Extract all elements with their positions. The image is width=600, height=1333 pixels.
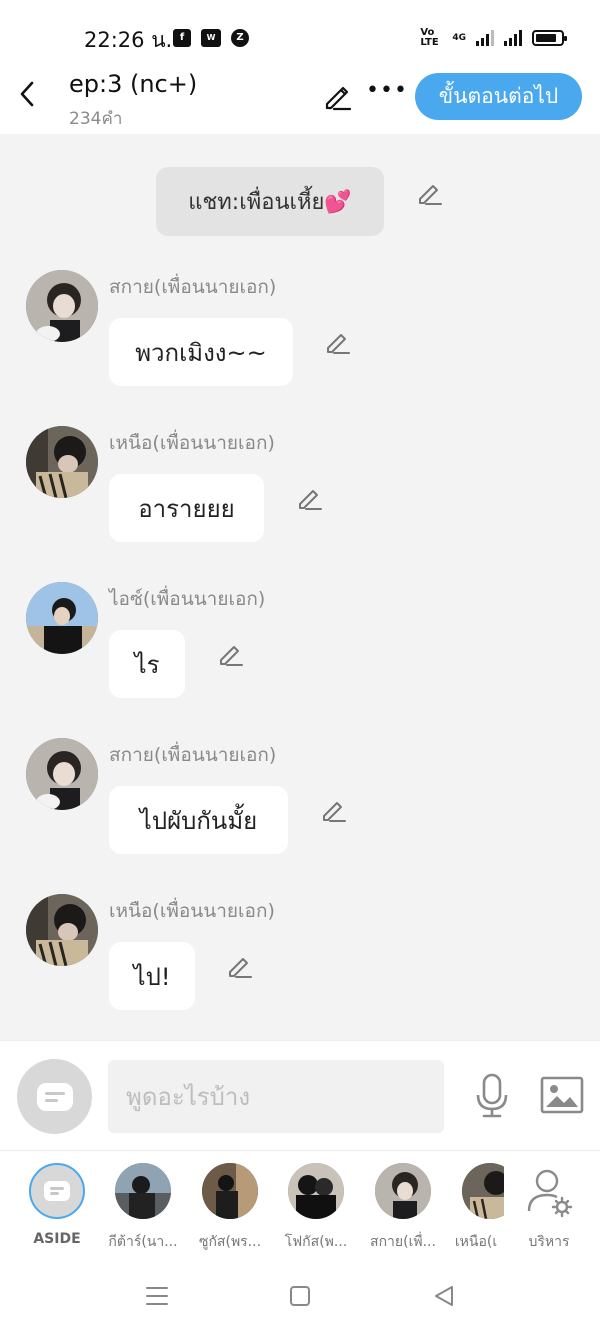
avatar-photo-nuea-small <box>462 1163 504 1219</box>
avatar[interactable] <box>26 426 98 498</box>
avatar-photo-focus <box>288 1163 344 1219</box>
chat-bubble-icon <box>36 1082 73 1111</box>
webtoon-icon: W <box>201 29 221 47</box>
next-step-button[interactable]: ขั้นตอนต่อไป <box>415 73 582 120</box>
status-indicators: Vo LTE 4G <box>420 26 567 50</box>
battery-icon <box>532 30 567 46</box>
avatar <box>375 1163 431 1219</box>
chat-bubble-icon <box>44 1181 70 1201</box>
character-selector: ASIDE กีต้าร์(นา... ซูกัส(พร... โฟกัส(พ.… <box>0 1150 600 1260</box>
chat-message[interactable]: ไอซ์(เพื่อนนายเอก) ไร <box>26 582 586 702</box>
home-icon[interactable] <box>286 1282 314 1310</box>
avatar-photo-nuea <box>26 426 98 498</box>
battery-level <box>536 34 557 42</box>
avatar[interactable] <box>26 582 98 654</box>
chat-area[interactable]: แชท:เพื่อนเหี้ย💕 สกาย(เพื่อนนายเอก) พวกเ… <box>0 134 600 1040</box>
avatar-photo-sugus <box>202 1163 258 1219</box>
word-count: 234คำ <box>69 109 123 129</box>
menu-icon[interactable] <box>143 1282 171 1310</box>
avatar <box>462 1163 504 1219</box>
character-item[interactable]: เหนือ(เ <box>448 1163 504 1253</box>
status-time: 22:26 น. <box>84 28 173 52</box>
facebook-icon: f <box>173 29 191 47</box>
chat-message[interactable]: สกาย(เพื่อนนายเอก) ไปผับกันมั้ย <box>26 738 586 858</box>
signal-strength-2-icon <box>504 30 522 46</box>
message-bubble[interactable]: ไร <box>109 630 185 698</box>
sender-name: สกาย(เพื่อนนายเอก) <box>109 744 277 766</box>
character-label: ซูกัส(พร... <box>198 1234 262 1250</box>
microphone-icon[interactable] <box>472 1073 512 1119</box>
chat-message[interactable]: สกาย(เพื่อนนายเอก) พวกเมิงง~~ <box>26 270 586 390</box>
status-bar: 22:26 น. f W Z Vo LTE 4G <box>0 0 600 70</box>
message-composer <box>0 1040 600 1150</box>
manage-characters-button[interactable]: บริหาร <box>507 1163 591 1253</box>
message-bubble[interactable]: ไปผับกันมั้ย <box>109 786 288 854</box>
avatar-photo-sky-small <box>375 1163 431 1219</box>
system-nav-bar <box>0 1260 600 1333</box>
back-triangle-icon[interactable] <box>430 1282 458 1310</box>
sender-name: ไอซ์(เพื่อนนายเอก) <box>109 588 266 610</box>
avatar <box>288 1163 344 1219</box>
avatar[interactable] <box>26 270 98 342</box>
network-4g-label: 4G <box>452 33 466 43</box>
manage-user-gear-icon <box>527 1169 573 1218</box>
avatar-photo-sky <box>26 270 98 342</box>
top-header: ep:3 (nc+) 234คำ ••• ขั้นตอนต่อไป <box>0 64 600 134</box>
character-item[interactable]: ซูกัส(พร... <box>188 1163 272 1253</box>
avatar-photo-guitar <box>115 1163 171 1219</box>
avatar[interactable] <box>26 894 98 966</box>
avatar-photo-ice <box>26 582 98 654</box>
character-label: โฟกัส(พ... <box>284 1234 348 1250</box>
back-button[interactable] <box>12 76 42 112</box>
avatar[interactable] <box>26 738 98 810</box>
edit-message-pencil-icon[interactable] <box>324 328 352 356</box>
edit-title-icon[interactable] <box>322 80 354 112</box>
message-bubble[interactable]: อารายยย <box>109 474 264 542</box>
edit-message-pencil-icon[interactable] <box>217 640 245 668</box>
character-label: บริหาร <box>528 1234 570 1250</box>
image-upload-icon[interactable] <box>540 1075 584 1115</box>
signal-strength-icon <box>476 30 494 46</box>
edit-scene-pencil-icon[interactable] <box>416 179 444 207</box>
edit-message-pencil-icon[interactable] <box>320 796 348 824</box>
edit-message-pencil-icon[interactable] <box>226 952 254 980</box>
avatar-photo-nuea-2 <box>26 894 98 966</box>
character-label: กีต้าร์(นา... <box>108 1234 178 1250</box>
message-input[interactable] <box>108 1060 444 1133</box>
volte-label: Vo LTE <box>420 27 439 48</box>
sender-name: เหนือ(เพื่อนนายเอก) <box>109 432 275 454</box>
character-label: สกาย(เพื่... <box>370 1234 436 1250</box>
message-bubble[interactable]: ไป! <box>109 942 195 1010</box>
character-label: ASIDE <box>33 1231 81 1247</box>
sender-name: สกาย(เพื่อนนายเอก) <box>109 276 277 298</box>
character-label: เหนือ(เ <box>454 1234 498 1250</box>
chat-message[interactable]: เหนือ(เพื่อนนายเอก) ไป! <box>26 894 586 1014</box>
aside-avatar <box>29 1163 85 1219</box>
edit-message-pencil-icon[interactable] <box>296 484 324 512</box>
aside-toggle-button[interactable] <box>17 1059 92 1134</box>
character-item[interactable]: โฟกัส(พ... <box>274 1163 358 1253</box>
chevron-left-icon <box>20 81 34 107</box>
episode-title[interactable]: ep:3 (nc+) <box>69 70 197 98</box>
scene-label[interactable]: แชท:เพื่อนเหี้ย💕 <box>156 167 384 236</box>
sender-name: เหนือ(เพื่อนนายเอก) <box>109 900 275 922</box>
avatar-photo-sky-2 <box>26 738 98 810</box>
z-app-icon: Z <box>231 29 249 47</box>
avatar <box>202 1163 258 1219</box>
character-item[interactable]: สกาย(เพื่... <box>361 1163 445 1253</box>
message-bubble[interactable]: พวกเมิงง~~ <box>109 318 293 386</box>
character-item[interactable]: กีต้าร์(นา... <box>101 1163 185 1253</box>
avatar <box>115 1163 171 1219</box>
character-aside[interactable]: ASIDE <box>15 1163 99 1253</box>
more-options-icon[interactable]: ••• <box>366 78 408 103</box>
